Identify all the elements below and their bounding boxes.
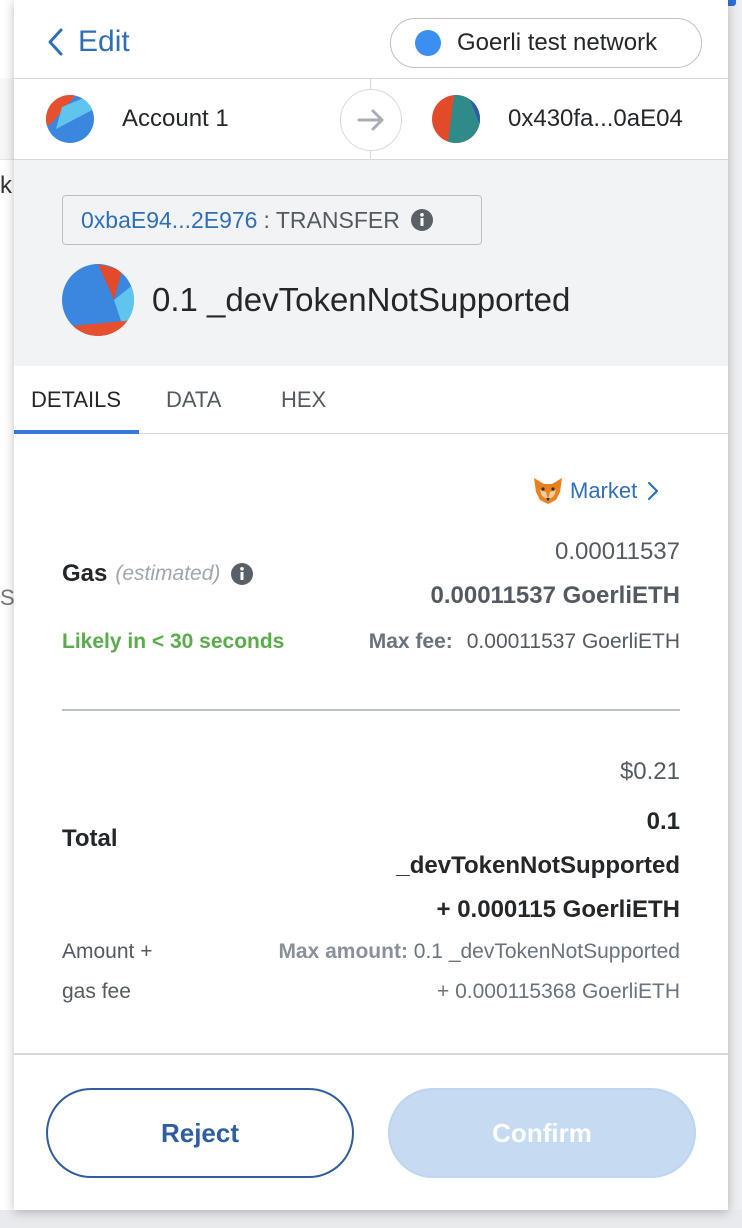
total-fiat-value: $0.21 bbox=[619, 758, 680, 785]
gas-title: Gas bbox=[62, 560, 108, 587]
gas-fee-secondary: 0.00011537 bbox=[554, 538, 680, 565]
active-tab-indicator bbox=[14, 430, 139, 434]
background-text-fragment: k bbox=[0, 172, 12, 199]
network-selector[interactable]: Goerli test network bbox=[390, 18, 702, 68]
recipient-avatar-icon bbox=[432, 95, 480, 143]
contract-address-link[interactable]: 0xbaE94...2E976 bbox=[81, 207, 257, 234]
gas-label-group: Gas (estimated) bbox=[62, 560, 254, 588]
account-avatar-icon bbox=[46, 95, 94, 143]
background-text-fragment: S bbox=[0, 585, 15, 610]
confirm-transaction-popup: Edit Goerli test network Account 1 0x430… bbox=[14, 0, 728, 1210]
sender-recipient-row: Account 1 0x430fa...0aE04 bbox=[14, 78, 728, 161]
max-amount-line: Max amount: 0.1 _devTokenNotSupported bbox=[278, 932, 680, 972]
amount-gas-line: Amount + bbox=[62, 940, 153, 963]
transfer-direction-arrow bbox=[340, 89, 402, 151]
background-right-edge bbox=[716, 0, 742, 1228]
method-separator: : bbox=[263, 206, 270, 233]
background-bottom-edge bbox=[0, 1210, 742, 1228]
total-line: 0.1 bbox=[646, 808, 680, 835]
details-tabs: DETAILS DATA HEX bbox=[14, 366, 728, 434]
tab-details[interactable]: DETAILS bbox=[31, 366, 121, 434]
total-primary-value: 0.1 _devTokenNotSupported + 0.000115 Goe… bbox=[396, 800, 680, 932]
max-fee-label: Max fee: bbox=[368, 630, 453, 653]
tab-data[interactable]: DATA bbox=[166, 366, 221, 434]
network-status-dot bbox=[415, 30, 441, 56]
amount-gas-fee-label: Amount + gas fee bbox=[62, 932, 152, 1012]
edit-label: Edit bbox=[78, 25, 130, 58]
info-icon[interactable] bbox=[230, 562, 254, 586]
footer-divider bbox=[14, 1053, 728, 1055]
recipient-address: 0x430fa...0aE04 bbox=[508, 105, 683, 132]
edit-button[interactable]: Edit bbox=[46, 22, 130, 62]
max-fee: Max fee: 0.00011537 GoerliETH bbox=[369, 630, 680, 654]
section-divider bbox=[62, 709, 680, 711]
info-icon[interactable] bbox=[410, 208, 434, 232]
method-name: TRANSFER bbox=[275, 206, 400, 233]
contract-method-box: 0xbaE94...2E976 : TRANSFER bbox=[62, 195, 482, 245]
chevron-right-icon bbox=[648, 481, 659, 501]
max-amount-value: 0.1 _devTokenNotSupported bbox=[413, 940, 680, 963]
chevron-left-icon bbox=[48, 28, 63, 56]
reject-button[interactable]: Reject bbox=[46, 1088, 354, 1178]
token-amount: 0.1 _devTokenNotSupported bbox=[152, 281, 571, 318]
gas-fee-primary: 0.00011537 GoerliETH bbox=[430, 582, 681, 609]
gas-timing-estimate: Likely in < 30 seconds bbox=[62, 630, 285, 653]
network-label: Goerli test network bbox=[457, 29, 658, 56]
background-strip bbox=[0, 78, 14, 160]
arrow-right-icon bbox=[357, 109, 384, 131]
sender-account-label: Account 1 bbox=[122, 105, 229, 132]
total-label: Total bbox=[62, 825, 118, 852]
max-amount-line: + 0.000115368 GoerliETH bbox=[436, 980, 680, 1003]
total-line: _devTokenNotSupported bbox=[396, 852, 680, 879]
transaction-summary: 0xbaE94...2E976 : TRANSFER 0.1 _devToken… bbox=[14, 160, 728, 366]
popup-header: Edit Goerli test network bbox=[14, 0, 728, 78]
gas-estimated-label: (estimated) bbox=[115, 562, 221, 585]
amount-gas-line: gas fee bbox=[62, 980, 131, 1003]
token-identicon-icon bbox=[62, 264, 134, 336]
tab-hex[interactable]: HEX bbox=[281, 366, 326, 434]
sender-account[interactable]: Account 1 bbox=[46, 95, 229, 143]
max-amount-label: Max amount: bbox=[278, 940, 408, 963]
market-label: Market bbox=[570, 478, 638, 503]
max-amount: Max amount: 0.1 _devTokenNotSupported + … bbox=[278, 932, 680, 1012]
fox-icon bbox=[534, 478, 562, 504]
total-line: + 0.000115 GoerliETH bbox=[436, 896, 680, 923]
confirm-button[interactable]: Confirm bbox=[388, 1088, 696, 1178]
recipient-account[interactable]: 0x430fa...0aE04 bbox=[432, 95, 683, 143]
gas-market-link[interactable]: Market bbox=[532, 476, 659, 506]
max-fee-value: 0.00011537 GoerliETH bbox=[466, 630, 680, 653]
token-amount-row: 0.1 _devTokenNotSupported bbox=[62, 264, 570, 336]
